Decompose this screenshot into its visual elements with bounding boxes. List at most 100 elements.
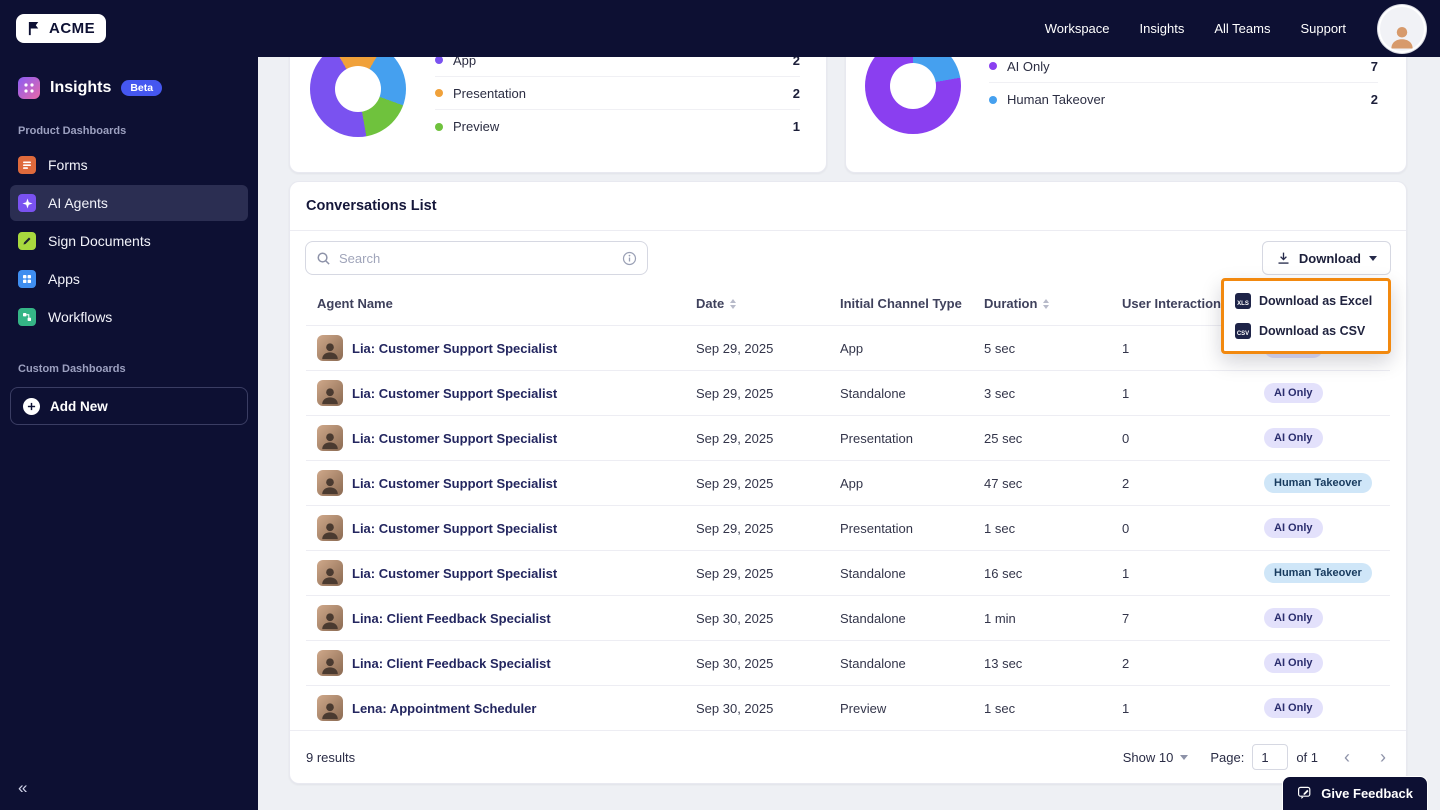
- cell-date: Sep 29, 2025: [696, 475, 774, 491]
- sidebar: Insights Beta Product Dashboards Forms A…: [0, 57, 258, 810]
- conversations-list-card: Conversations List Download XLS Download…: [289, 181, 1407, 784]
- agent-avatar: [317, 470, 343, 496]
- download-button[interactable]: Download: [1261, 241, 1391, 275]
- download-csv-option[interactable]: CSV Download as CSV: [1224, 316, 1388, 346]
- table-row[interactable]: Lina: Client Feedback Specialist Sep 30,…: [306, 640, 1390, 685]
- agent-name-link[interactable]: Lena: Appointment Scheduler: [352, 701, 536, 716]
- chevron-down-icon: [1180, 754, 1189, 760]
- column-duration[interactable]: Duration: [984, 296, 1122, 311]
- show-label: Show 10: [1122, 749, 1174, 765]
- sidebar-item-sign-documents[interactable]: Sign Documents: [10, 223, 248, 259]
- legend-label: Presentation: [453, 85, 526, 101]
- cell-interactions: 1: [1122, 565, 1130, 581]
- agent-avatar: [317, 605, 343, 631]
- cell-interactions: 2: [1122, 475, 1130, 491]
- sidebar-item-apps[interactable]: Apps: [10, 261, 248, 297]
- cell-duration: 5 sec: [984, 340, 1016, 356]
- acme-logo[interactable]: ACME: [16, 14, 107, 43]
- page-input[interactable]: [1252, 744, 1289, 770]
- nav-all-teams[interactable]: All Teams: [1214, 21, 1270, 36]
- sort-icon[interactable]: [1043, 298, 1050, 309]
- cell-channel: Preview: [840, 700, 887, 716]
- column-label: Date: [696, 296, 725, 311]
- agent-name-link[interactable]: Lia: Customer Support Specialist: [352, 476, 557, 491]
- logo-flag-icon: [28, 21, 39, 36]
- table-row[interactable]: Lia: Customer Support Specialist Sep 29,…: [306, 550, 1390, 595]
- list-title: Conversations List: [290, 182, 1406, 231]
- status-badge: AI Only: [1264, 653, 1323, 673]
- agent-name-link[interactable]: Lia: Customer Support Specialist: [352, 521, 557, 536]
- cell-duration: 1 sec: [984, 520, 1016, 536]
- legend-label: Human Takeover: [1007, 92, 1106, 107]
- cell-date: Sep 29, 2025: [696, 385, 774, 401]
- info-icon[interactable]: [622, 251, 637, 266]
- agent-name-link[interactable]: Lia: Customer Support Specialist: [352, 431, 557, 446]
- cell-channel: Standalone: [840, 610, 906, 626]
- search-box[interactable]: [305, 241, 648, 275]
- agent-name-link[interactable]: Lina: Client Feedback Specialist: [352, 656, 551, 671]
- legend-value: 7: [1370, 58, 1378, 74]
- status-badge: AI Only: [1264, 383, 1323, 403]
- table-row[interactable]: Lina: Client Feedback Specialist Sep 30,…: [306, 595, 1390, 640]
- agent-avatar: [317, 560, 343, 586]
- beta-badge: Beta: [121, 80, 163, 96]
- app-header: Insights Beta: [0, 77, 258, 99]
- table-row[interactable]: Lia: Customer Support Specialist Sep 29,…: [306, 460, 1390, 505]
- sign-documents-icon: [18, 232, 36, 250]
- download-excel-option[interactable]: XLS Download as Excel: [1224, 286, 1388, 316]
- ai-human-chart-legend: AI Only 7 Human Takeover 2: [989, 50, 1378, 116]
- add-new-button[interactable]: Add New: [10, 387, 248, 425]
- agent-avatar: [317, 515, 343, 541]
- results-count: 9 results: [306, 749, 356, 765]
- sidebar-item-label: Apps: [48, 271, 80, 287]
- collapse-sidebar-button[interactable]: «: [18, 778, 27, 798]
- nav-insights[interactable]: Insights: [1140, 21, 1185, 36]
- cell-duration: 16 sec: [984, 565, 1023, 581]
- sort-icon[interactable]: [730, 298, 737, 309]
- topbar: ACME Workspace Insights All Teams Suppor…: [0, 0, 1440, 57]
- status-badge: AI Only: [1264, 518, 1323, 538]
- legend-dot: [989, 62, 997, 70]
- list-footer: 9 results Show 10 Page: of 1 ‹ ›: [290, 730, 1406, 783]
- next-page-button[interactable]: ›: [1376, 748, 1390, 766]
- legend-item: Human Takeover 2: [989, 83, 1378, 116]
- cell-date: Sep 29, 2025: [696, 565, 774, 581]
- sidebar-item-workflows[interactable]: Workflows: [10, 299, 248, 335]
- user-avatar[interactable]: [1380, 6, 1424, 51]
- donut-hole: [335, 66, 381, 112]
- agent-name-link[interactable]: Lia: Customer Support Specialist: [352, 341, 557, 356]
- legend-item: Preview 1: [435, 110, 800, 143]
- search-input[interactable]: [339, 250, 614, 266]
- cell-date: Sep 30, 2025: [696, 655, 774, 671]
- cell-channel: Standalone: [840, 655, 906, 671]
- cell-duration: 13 sec: [984, 655, 1023, 671]
- table-row[interactable]: Lia: Customer Support Specialist Sep 29,…: [306, 415, 1390, 460]
- agent-name-link[interactable]: Lia: Customer Support Specialist: [352, 386, 557, 401]
- download-label: Download: [1298, 250, 1361, 266]
- table-row[interactable]: Lia: Customer Support Specialist Sep 29,…: [306, 505, 1390, 550]
- nav-support[interactable]: Support: [1300, 21, 1346, 36]
- sidebar-item-ai-agents[interactable]: AI Agents: [10, 185, 248, 221]
- sidebar-item-forms[interactable]: Forms: [10, 147, 248, 183]
- nav-workspace[interactable]: Workspace: [1045, 21, 1110, 36]
- give-feedback-button[interactable]: Give Feedback: [1282, 776, 1428, 810]
- plus-icon: [23, 397, 40, 415]
- table-row[interactable]: Lena: Appointment Scheduler Sep 30, 2025…: [306, 685, 1390, 730]
- prev-page-button[interactable]: ‹: [1340, 748, 1354, 766]
- cell-interactions: 0: [1122, 520, 1130, 536]
- column-date[interactable]: Date: [696, 296, 840, 311]
- legend-label: AI Only: [1007, 58, 1050, 74]
- legend-value: 2: [1370, 92, 1378, 107]
- cell-channel: Presentation: [840, 520, 913, 536]
- feedback-label: Give Feedback: [1321, 785, 1413, 801]
- status-badge: Human Takeover: [1264, 473, 1372, 493]
- download-menu: XLS Download as Excel CSV Download as CS…: [1221, 278, 1391, 354]
- agent-name-link[interactable]: Lia: Customer Support Specialist: [352, 566, 557, 581]
- table-row[interactable]: Lia: Customer Support Specialist Sep 29,…: [306, 370, 1390, 415]
- agent-name-link[interactable]: Lina: Client Feedback Specialist: [352, 611, 551, 626]
- show-per-page-select[interactable]: Show 10: [1123, 750, 1189, 765]
- cell-date: Sep 29, 2025: [696, 340, 774, 356]
- legend-value: 2: [792, 85, 800, 101]
- agent-avatar: [317, 335, 343, 361]
- search-icon: [317, 252, 330, 265]
